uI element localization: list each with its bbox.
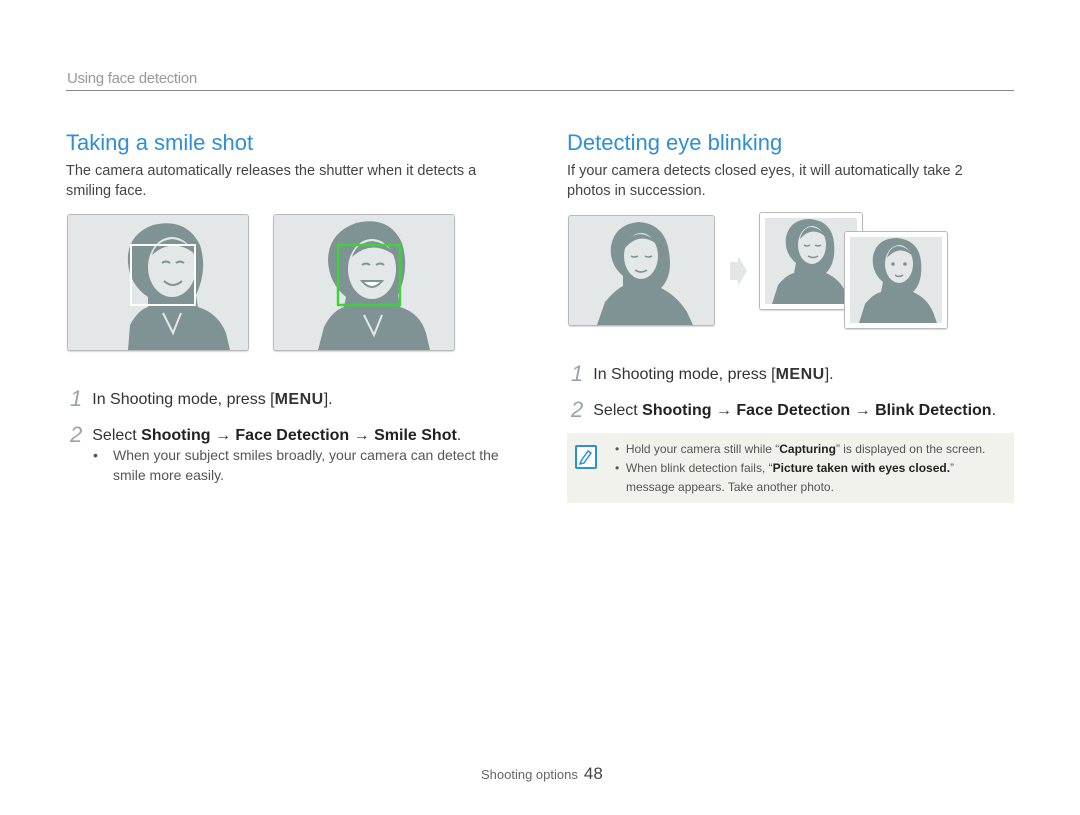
arrow-icon: → <box>715 402 732 419</box>
header-divider <box>66 90 1014 91</box>
note-bold-text: Picture taken with eyes closed. <box>772 461 951 475</box>
step-text: Select <box>593 402 643 419</box>
note-text: When blink detection fails, “ <box>625 461 773 475</box>
step-text-end: . <box>991 402 997 419</box>
note-line-3: message appears. Take another photo. <box>626 480 834 494</box>
blink-photo-eyes-closed <box>568 215 715 326</box>
smile-shot-description: The camera automatically releases the sh… <box>66 163 477 199</box>
page-number: 48 <box>583 764 603 783</box>
smile-photo-detected <box>273 214 455 351</box>
smile-step-1: 1 In Shooting mode, press [MENU]. <box>70 384 333 411</box>
bullet-dot: • <box>93 447 98 463</box>
step-number: 2 <box>571 397 584 422</box>
arrow-icon: → <box>214 427 231 444</box>
menu-face-detection: Face Detection <box>736 402 851 419</box>
note-box: • Hold your camera still while “Capturin… <box>567 433 1014 503</box>
step-number: 2 <box>70 422 83 447</box>
menu-key-icon: MENU <box>775 366 825 383</box>
step-text: In Shooting mode, press [ <box>593 366 776 383</box>
smile-step-2: 2 Select Shooting → Face Detection → Smil… <box>70 420 462 447</box>
page-footer: Shooting options 48 <box>481 764 603 784</box>
footer-label: Shooting options <box>481 767 578 782</box>
arrow-icon: → <box>854 402 871 419</box>
step-text-end: ]. <box>323 391 333 408</box>
note-line-2: • When blink detection fails, “Picture t… <box>615 461 955 475</box>
step-text: In Shooting mode, press [ <box>92 391 275 408</box>
note-bold-text: Capturing <box>779 442 836 456</box>
menu-face-detection: Face Detection <box>235 427 350 444</box>
note-pencil-icon <box>575 445 597 469</box>
woman-portrait-illustration <box>845 232 947 328</box>
woman-portrait-illustration <box>274 215 454 350</box>
smile-tip: When your subject smiles broadly, your c… <box>113 447 499 483</box>
arrow-icon: → <box>353 427 370 444</box>
menu-blink-detection: Blink Detection <box>875 402 992 419</box>
step-number: 1 <box>571 361 584 386</box>
section-label: Using face detection <box>67 70 197 87</box>
blink-photo-shot-2 <box>844 231 948 329</box>
step-text-end: . <box>456 427 462 444</box>
blink-detection-title: Detecting eye blinking <box>567 130 783 155</box>
next-arrow-icon <box>730 256 747 286</box>
blink-detection-description: If your camera detects closed eyes, it w… <box>567 163 963 199</box>
blink-step-2: 2 Select Shooting → Face Detection → Blin… <box>571 395 997 422</box>
smile-shot-title: Taking a smile shot <box>66 130 254 155</box>
note-text: ” <box>950 461 955 475</box>
step-number: 1 <box>70 386 83 411</box>
woman-portrait-illustration <box>68 215 248 350</box>
note-text: Hold your camera still while “ <box>625 442 780 456</box>
menu-shooting: Shooting <box>642 402 712 419</box>
blink-step-1: 1 In Shooting mode, press [MENU]. <box>571 359 834 386</box>
menu-smile-shot: Smile Shot <box>374 427 457 444</box>
woman-eyes-closed-illustration <box>569 216 714 325</box>
step-text: Select <box>92 427 142 444</box>
smile-photo-detecting <box>67 214 249 351</box>
menu-key-icon: MENU <box>274 391 324 408</box>
menu-shooting: Shooting <box>141 427 211 444</box>
note-line-1: • Hold your camera still while “Capturin… <box>615 442 986 456</box>
note-text: ” is displayed on the screen. <box>835 442 986 456</box>
step-text-end: ]. <box>824 366 834 383</box>
